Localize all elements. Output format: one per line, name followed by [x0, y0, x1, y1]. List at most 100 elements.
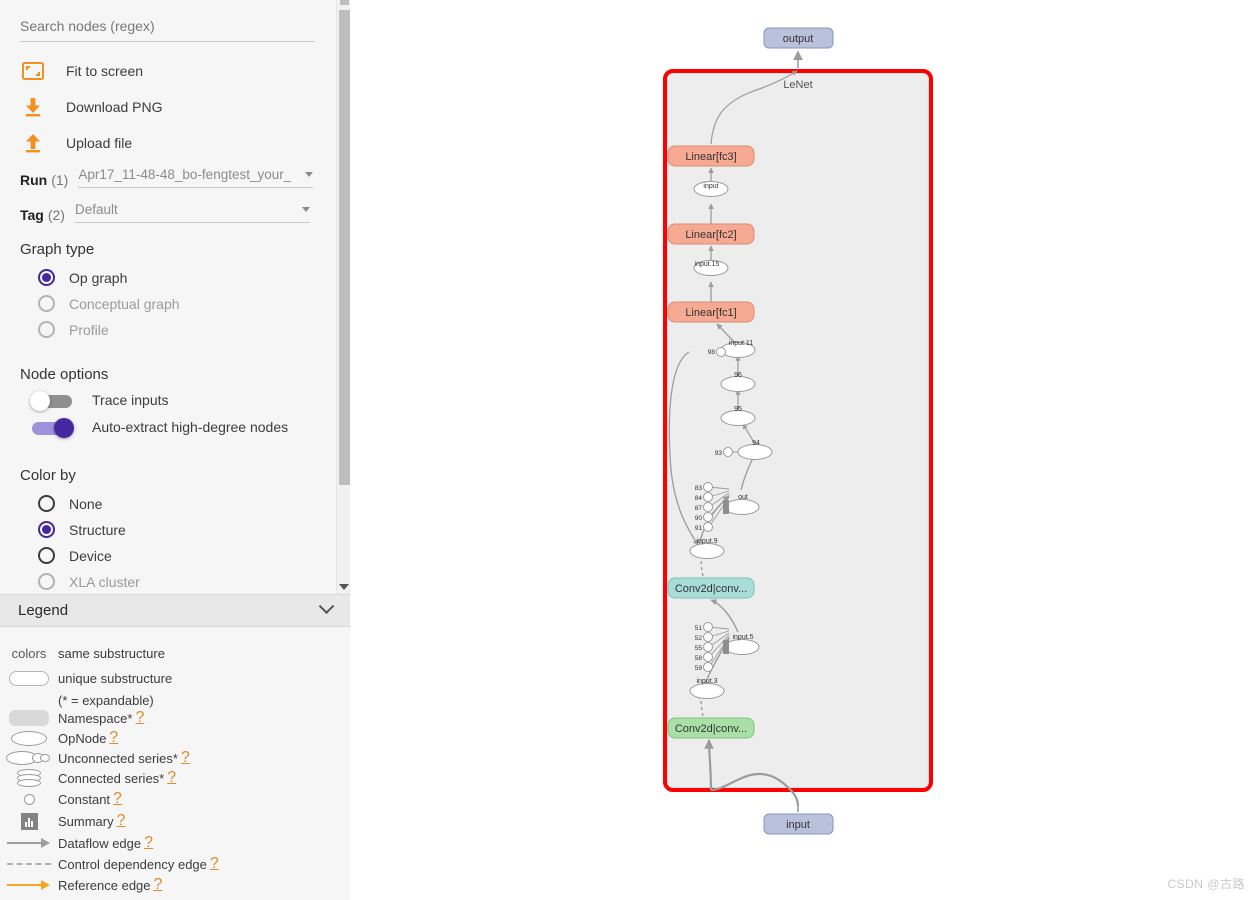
legend-item-label: Connected series* — [58, 770, 165, 786]
constant-node-55[interactable] — [703, 642, 713, 652]
help-link-icon[interactable]: ? — [210, 855, 219, 873]
radio-conceptual-graph[interactable]: Conceptual graph — [38, 295, 180, 312]
op-label-91: 91 — [695, 525, 703, 532]
legend-item-label: Summary — [58, 813, 114, 829]
op-label-59: 59 — [695, 665, 703, 672]
legend-item-opnode: OpNode ? — [0, 728, 350, 748]
reference-edge-icon — [0, 880, 58, 890]
run-count: (1) — [51, 172, 69, 188]
legend-header[interactable]: Legend — [0, 594, 350, 627]
help-link-icon[interactable]: ? — [154, 876, 163, 894]
help-link-icon[interactable]: ? — [167, 769, 176, 787]
radio-color-device[interactable]: Device — [38, 547, 112, 564]
legend-body: colors same substructure unique substruc… — [0, 628, 350, 900]
tag-value: Default — [74, 202, 118, 217]
radio-label: None — [69, 495, 103, 512]
radio-profile[interactable]: Profile — [38, 321, 109, 338]
graph-svg: output LeNet Linear[fc3] Linear[fc2] Lin… — [663, 27, 933, 835]
op-label-input15: input.15 — [695, 261, 720, 268]
radio-indicator — [38, 521, 55, 538]
toggle-trace-inputs[interactable]: Trace inputs — [30, 390, 169, 411]
radio-label: XLA cluster — [69, 573, 140, 590]
legend-item-summary: Summary ? — [0, 811, 350, 831]
radio-label: Device — [69, 547, 112, 564]
legend-item-label: Unconnected series* — [58, 750, 178, 766]
constant-node-90[interactable] — [703, 512, 713, 522]
radio-label: Structure — [69, 521, 126, 538]
constant-node-98[interactable] — [716, 347, 726, 357]
label-conv2d-conv1: Conv2d|conv... — [675, 723, 747, 735]
op-label-87: 87 — [695, 505, 703, 512]
sidebar-scrollbar[interactable] — [336, 0, 350, 594]
constant-node-59[interactable] — [703, 662, 713, 672]
help-link-icon[interactable]: ? — [117, 812, 126, 830]
colors-swatch-icon: colors — [0, 646, 58, 661]
constant-node-93[interactable] — [723, 447, 733, 457]
radio-color-structure[interactable]: Structure — [38, 521, 126, 538]
unique-substructure-icon — [0, 670, 58, 686]
op-node-out-stack — [723, 500, 729, 514]
scroll-down-arrow-icon[interactable] — [339, 584, 349, 590]
constant-node-51[interactable] — [703, 622, 713, 632]
constant-node-87[interactable] — [703, 502, 713, 512]
fit-to-screen-button[interactable]: Fit to screen — [20, 57, 320, 85]
radio-op-graph[interactable]: Op graph — [38, 269, 127, 286]
sidebar: Fit to screen Download PNG — [0, 0, 350, 900]
op-node-input9[interactable] — [689, 543, 725, 559]
op-node-input3[interactable] — [689, 683, 725, 699]
summary-icon — [0, 812, 58, 830]
op-label-51: 51 — [695, 625, 703, 632]
help-link-icon[interactable]: ? — [109, 729, 118, 747]
upload-file-label: Upload file — [66, 135, 133, 151]
constant-icon — [0, 793, 58, 805]
download-icon — [20, 94, 46, 120]
radio-indicator — [38, 547, 55, 564]
op-label-94: 94 — [752, 440, 760, 447]
op-node-out[interactable] — [724, 499, 760, 515]
run-dropdown[interactable]: Apr17_11-48-48_bo-fengtest_your_c — [78, 167, 314, 188]
legend-item-label: Constant — [58, 791, 111, 807]
color-by-title: Color by — [20, 467, 76, 484]
search-row — [20, 14, 315, 42]
download-png-button[interactable]: Download PNG — [20, 93, 320, 121]
radio-color-none[interactable]: None — [38, 495, 102, 512]
op-label-93: 93 — [715, 450, 723, 457]
watermark: CSDN @古路 — [1167, 877, 1245, 891]
scroll-up-arrow-icon[interactable] — [340, 0, 349, 5]
constant-node-83[interactable] — [703, 482, 713, 492]
label-output: output — [783, 33, 814, 45]
op-node-input5[interactable] — [724, 639, 760, 655]
toggle-auto-extract-high-degree-nodes[interactable]: Auto-extract high-degree nodes — [30, 417, 288, 438]
op-label-input3: input.3 — [696, 678, 717, 685]
upload-file-button[interactable]: Upload file — [20, 129, 320, 157]
radio-indicator — [38, 495, 55, 512]
op-label-input5: input.5 — [732, 634, 753, 641]
help-link-icon[interactable]: ? — [181, 749, 190, 767]
search-input[interactable] — [20, 14, 315, 42]
op-label-84: 84 — [695, 495, 703, 502]
constant-node-91[interactable] — [703, 522, 713, 532]
radio-label: Profile — [69, 321, 109, 338]
control-dependency-edge-icon — [0, 859, 58, 869]
dataflow-edge-icon — [0, 838, 58, 848]
radio-indicator — [38, 321, 55, 338]
help-link-icon[interactable]: ? — [135, 709, 144, 727]
tag-dropdown[interactable]: Default — [74, 202, 310, 223]
radio-indicator — [38, 573, 55, 590]
tensorboard-graph-page: Fit to screen Download PNG — [0, 0, 1253, 900]
run-label: Run — [20, 172, 48, 188]
legend-item-unconnected-series: Unconnected series* ? — [0, 748, 350, 768]
graph-canvas[interactable]: output LeNet Linear[fc3] Linear[fc2] Lin… — [351, 0, 1253, 900]
constant-node-58[interactable] — [703, 652, 713, 662]
scrollbar-thumb[interactable] — [339, 10, 350, 485]
legend-item-namespace: Namespace* ? — [0, 708, 350, 728]
radio-color-xla-cluster[interactable]: XLA cluster — [38, 573, 140, 590]
constant-node-52[interactable] — [703, 632, 713, 642]
chevron-down-icon — [305, 172, 314, 177]
op-node-input5-stack — [723, 640, 729, 654]
constant-node-84[interactable] — [703, 492, 713, 502]
help-link-icon[interactable]: ? — [113, 790, 122, 808]
legend-item-label: Dataflow edge — [58, 835, 142, 851]
run-selector-row: Run (1) Apr17_11-48-48_bo-fengtest_your_… — [20, 167, 314, 188]
help-link-icon[interactable]: ? — [144, 834, 153, 852]
